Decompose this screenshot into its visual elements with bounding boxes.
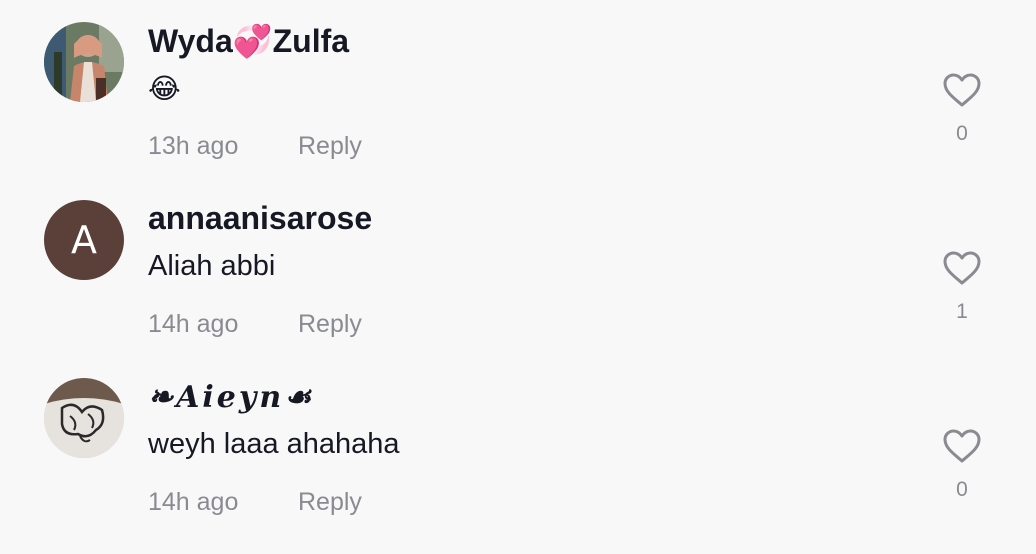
heart-outline-icon xyxy=(943,251,981,285)
like-count: 1 xyxy=(956,300,968,323)
comment-item: ❧𝑨𝒊𝒆𝒚𝒏☙ weyh laaa ahahaha 14h ago Reply … xyxy=(0,356,1036,534)
heart-outline-icon xyxy=(943,73,981,107)
like-button[interactable]: 0 xyxy=(938,72,986,146)
comment-item: A annaanisarose Aliah abbi 14h ago Reply… xyxy=(0,178,1036,356)
reply-button[interactable]: Reply xyxy=(298,132,362,161)
comment-item: Wyda💞Zulfa 😂 13h ago Reply 0 xyxy=(0,0,1036,178)
heart-outline-icon xyxy=(943,429,981,463)
comment-text: weyh laaa ahahaha xyxy=(148,428,400,460)
like-button[interactable]: 1 xyxy=(938,250,986,324)
comment-username[interactable]: annaanisarose xyxy=(148,200,372,237)
comment-text: 😂 xyxy=(148,73,181,104)
reply-button[interactable]: Reply xyxy=(298,310,362,339)
comment-timestamp: 14h ago xyxy=(148,488,239,516)
comment-text: Aliah abbi xyxy=(148,250,276,282)
like-button[interactable]: 0 xyxy=(938,428,986,502)
comment-username[interactable]: ❧𝑨𝒊𝒆𝒚𝒏☙ xyxy=(148,380,314,415)
reply-button[interactable]: Reply xyxy=(298,488,362,517)
comment-timestamp: 13h ago xyxy=(148,132,239,160)
like-count: 0 xyxy=(956,122,968,145)
comment-timestamp: 14h ago xyxy=(148,310,239,338)
avatar[interactable] xyxy=(44,378,124,458)
avatar[interactable] xyxy=(44,22,124,102)
like-count: 0 xyxy=(956,478,968,501)
comment-username[interactable]: Wyda💞Zulfa xyxy=(148,22,349,60)
avatar[interactable]: A xyxy=(44,200,124,280)
